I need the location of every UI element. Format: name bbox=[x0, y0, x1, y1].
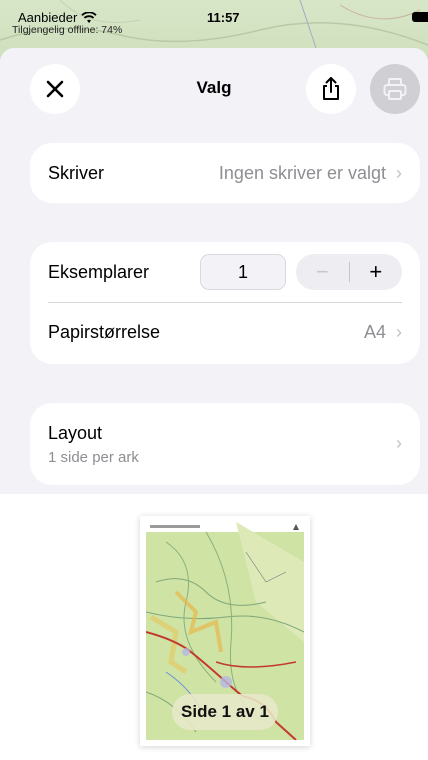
print-options-sheet: Valg Skriver Ingen skriver er valgt › Ek… bbox=[0, 48, 428, 760]
printer-row[interactable]: Skriver Ingen skriver er valgt › bbox=[30, 143, 420, 203]
increment-button[interactable]: + bbox=[350, 254, 403, 290]
offline-note: Tilgjengelig offline: 74% bbox=[12, 24, 123, 36]
print-button[interactable] bbox=[370, 64, 420, 114]
chevron-right-icon: › bbox=[396, 162, 402, 183]
battery-icon bbox=[412, 12, 428, 22]
printer-icon bbox=[383, 78, 407, 100]
copies-count-field[interactable]: 1 bbox=[200, 254, 286, 290]
carrier: Aanbieder bbox=[18, 10, 97, 25]
carrier-label: Aanbieder bbox=[18, 10, 78, 25]
chevron-right-icon: › bbox=[396, 433, 402, 453]
layout-row[interactable]: Layout 1 side per ark › bbox=[30, 403, 420, 485]
printer-label: Skriver bbox=[48, 162, 105, 183]
share-icon bbox=[323, 77, 339, 100]
chevron-right-icon: › bbox=[396, 321, 402, 342]
copies-stepper: − + bbox=[296, 254, 402, 290]
status-time: 11:57 bbox=[207, 10, 240, 25]
share-button[interactable] bbox=[306, 64, 356, 114]
decrement-button[interactable]: − bbox=[296, 254, 349, 290]
layout-subtitle: 1 side per ark bbox=[48, 449, 139, 466]
wifi-icon bbox=[81, 11, 97, 23]
paper-size-value: A4 bbox=[363, 321, 386, 342]
copies-paper-group: Eksemplarer 1 − + Papirstørrelse A4 › bbox=[30, 242, 420, 364]
printer-value: Ingen skriver er valgt bbox=[218, 162, 386, 183]
print-preview-area: Side 1 av 1 bbox=[0, 494, 428, 760]
copies-row: Eksemplarer 1 − + bbox=[30, 242, 420, 302]
paper-size-label: Papirstørrelse bbox=[48, 321, 161, 342]
page-title: Valg bbox=[196, 78, 232, 97]
paper-size-row[interactable]: Papirstørrelse A4 › bbox=[30, 302, 420, 362]
layout-title: Layout bbox=[48, 423, 103, 443]
status-bar: Aanbieder Tilgjengelig offline: 74% 11:5… bbox=[0, 0, 428, 36]
page-count-badge: Side 1 av 1 bbox=[172, 694, 278, 730]
